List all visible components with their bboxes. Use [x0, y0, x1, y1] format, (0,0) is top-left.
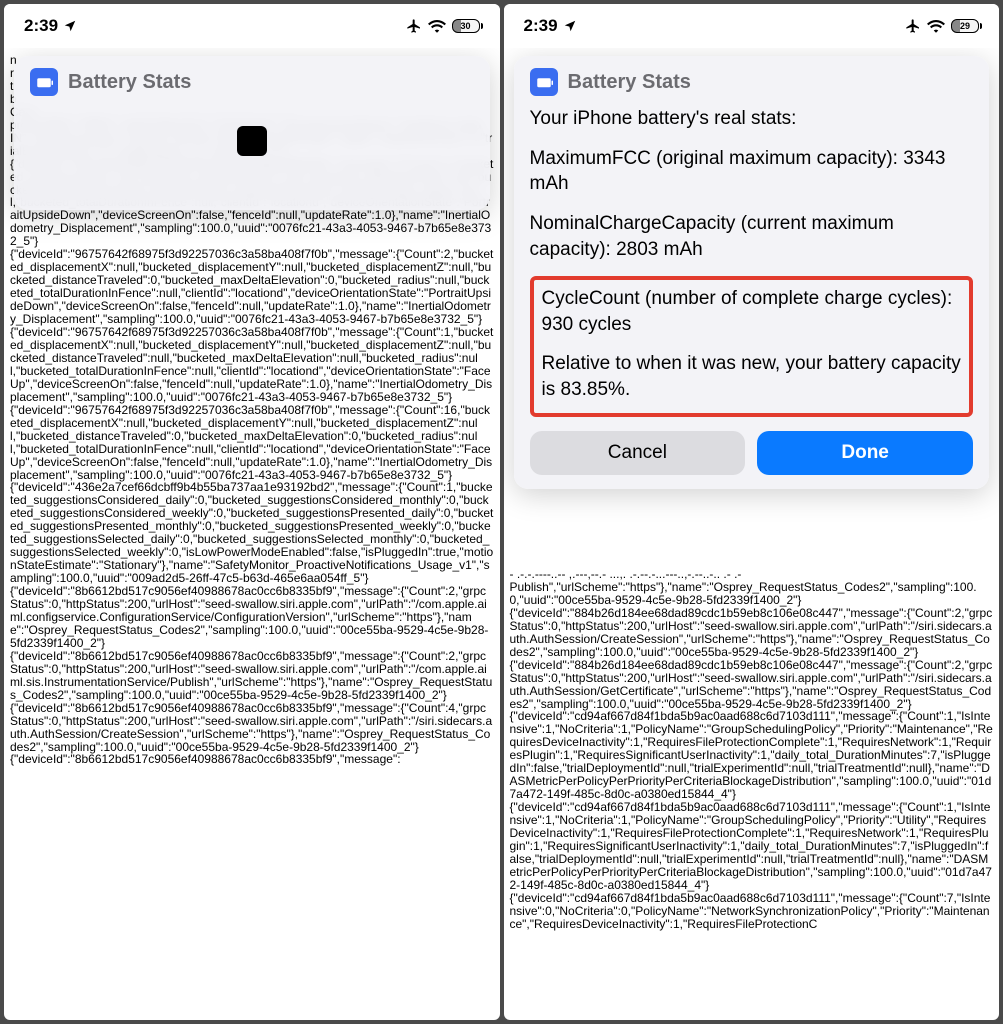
battery-level: 30 [460, 21, 470, 31]
dialog-title: Battery Stats [68, 71, 191, 94]
dialog-buttons: Cancel Done [530, 431, 974, 475]
location-icon [63, 19, 77, 33]
done-button[interactable]: Done [757, 431, 973, 475]
dialog-title: Battery Stats [568, 71, 691, 94]
phone-left: 2:39 30 n r t b Carri..._.._.... ._._.. … [4, 4, 500, 1020]
status-right: 29 [905, 18, 979, 34]
dialog-body: Your iPhone battery's real stats: Maximu… [530, 106, 974, 475]
dialog-header: Battery Stats [530, 68, 974, 96]
stat-nominal-capacity: NominalChargeCapacity (current maximum c… [530, 211, 974, 262]
battery-indicator: 29 [951, 19, 979, 33]
airplane-icon [406, 18, 422, 34]
wifi-icon [428, 19, 446, 33]
shortcut-icon [30, 68, 58, 96]
status-bar: 2:39 30 [4, 4, 500, 48]
battery-level: 29 [960, 21, 970, 31]
shortcut-dialog: Battery Stats Your iPhone battery's real… [514, 56, 990, 489]
content-area: - .-.-.----..-- ,.---,--.- ...,. .-.--.-… [504, 48, 1000, 1020]
dialog-header: Battery Stats [30, 68, 474, 96]
status-bar: 2:39 29 [504, 4, 1000, 48]
airplane-icon [905, 18, 921, 34]
status-right: 30 [406, 18, 480, 34]
stat-relative-capacity: Relative to when it was new, your batter… [542, 351, 962, 402]
highlight-box: CycleCount (number of complete charge cy… [530, 276, 974, 417]
cancel-button[interactable]: Cancel [530, 431, 746, 475]
status-left: 2:39 [24, 16, 77, 36]
status-time: 2:39 [24, 16, 58, 36]
battery-indicator: 30 [452, 19, 480, 33]
shortcut-icon [530, 68, 558, 96]
location-icon [563, 19, 577, 33]
status-time: 2:39 [524, 16, 558, 36]
status-left: 2:39 [524, 16, 577, 36]
wifi-icon [927, 19, 945, 33]
shortcut-dialog: Battery Stats [14, 56, 490, 210]
stats-heading: Your iPhone battery's real stats: [530, 106, 974, 132]
phone-right: 2:39 29 - .-.-.----..-- ,.---,--.- ...,.… [504, 4, 1000, 1020]
content-area: n r t b Carri..._.._.... ._._.. ... ..- … [4, 48, 500, 1020]
stat-cycle-count: CycleCount (number of complete charge cy… [542, 286, 962, 337]
stat-maximum-fcc: MaximumFCC (original maximum capacity): … [530, 146, 974, 197]
dialog-body [30, 126, 474, 156]
stop-button[interactable] [237, 126, 267, 156]
